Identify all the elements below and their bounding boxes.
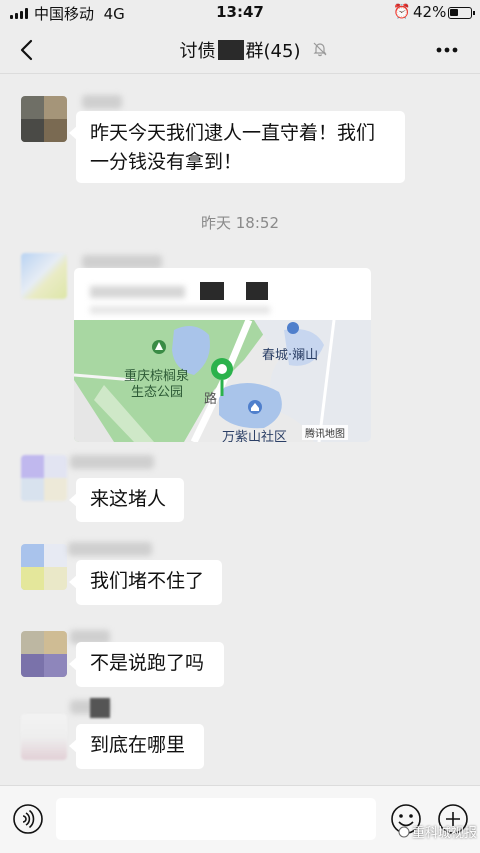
nickname-blurred <box>82 95 122 109</box>
watermark-text: 重科城视报 <box>412 826 478 841</box>
watermark: 重科城视报 <box>398 822 477 841</box>
voice-icon[interactable] <box>12 803 44 835</box>
avatar[interactable] <box>21 253 67 299</box>
chat-header: 讨债 群(45) <box>0 26 480 74</box>
message-timestamp: 昨天 18:52 <box>201 214 279 232</box>
more-icon[interactable] <box>434 38 460 62</box>
message-input[interactable] <box>56 798 376 840</box>
message-bubble[interactable]: 来这堵人 <box>69 478 184 522</box>
chat-title-suffix: 群 <box>245 41 264 62</box>
location-name-blurred <box>90 286 185 298</box>
map-label: 春城·斓山 <box>262 348 319 363</box>
nickname-blurred <box>82 255 162 269</box>
map-road-label: 路 <box>204 392 218 407</box>
watermark-icon <box>398 826 410 837</box>
message-bubble[interactable]: 昨天今天我们逮人一直守着！我们一分钱没有拿到！ <box>69 111 405 183</box>
avatar[interactable] <box>21 455 67 501</box>
nickname-blurred <box>70 455 154 469</box>
status-bar: 中国移动 4G 13:47 ⏰ 42% <box>0 0 480 26</box>
avatar[interactable] <box>21 96 67 142</box>
map-provider-badge: 腾讯地图 <box>302 425 348 440</box>
nickname-blurred <box>68 542 152 556</box>
message-bubble[interactable]: 我们堵不住了 <box>69 560 222 605</box>
avatar[interactable] <box>21 544 67 590</box>
avatar[interactable] <box>21 714 67 760</box>
message-bubble[interactable]: 不是说跑了吗 <box>69 642 224 687</box>
chat-title-prefix: 讨债 <box>179 41 216 62</box>
message-bubble[interactable]: 到底在哪里 <box>69 724 204 769</box>
input-bar <box>0 785 480 853</box>
redaction-block <box>90 698 110 718</box>
location-map[interactable]: 春城·斓山 重庆棕榈泉 生态公园 路 万紫山社区 腾讯地图 <box>74 320 371 442</box>
map-label: 万紫山社区 <box>222 430 288 442</box>
chat-title: 讨债 群(45) <box>0 37 480 63</box>
member-count: (45) <box>263 41 301 62</box>
alarm-icon: ⏰ <box>393 4 411 20</box>
map-label: 生态公园 <box>131 385 184 400</box>
location-card[interactable]: 春城·斓山 重庆棕榈泉 生态公园 路 万紫山社区 腾讯地图 <box>74 268 371 442</box>
battery-icon <box>448 7 475 19</box>
redaction-block <box>246 282 268 300</box>
avatar[interactable] <box>21 631 67 677</box>
redaction-block <box>200 282 224 300</box>
battery-percent: 42% <box>413 3 447 21</box>
location-address-blurred <box>90 306 270 314</box>
redaction-block <box>217 40 244 60</box>
mute-bell-icon <box>313 42 327 57</box>
map-background <box>74 320 371 442</box>
